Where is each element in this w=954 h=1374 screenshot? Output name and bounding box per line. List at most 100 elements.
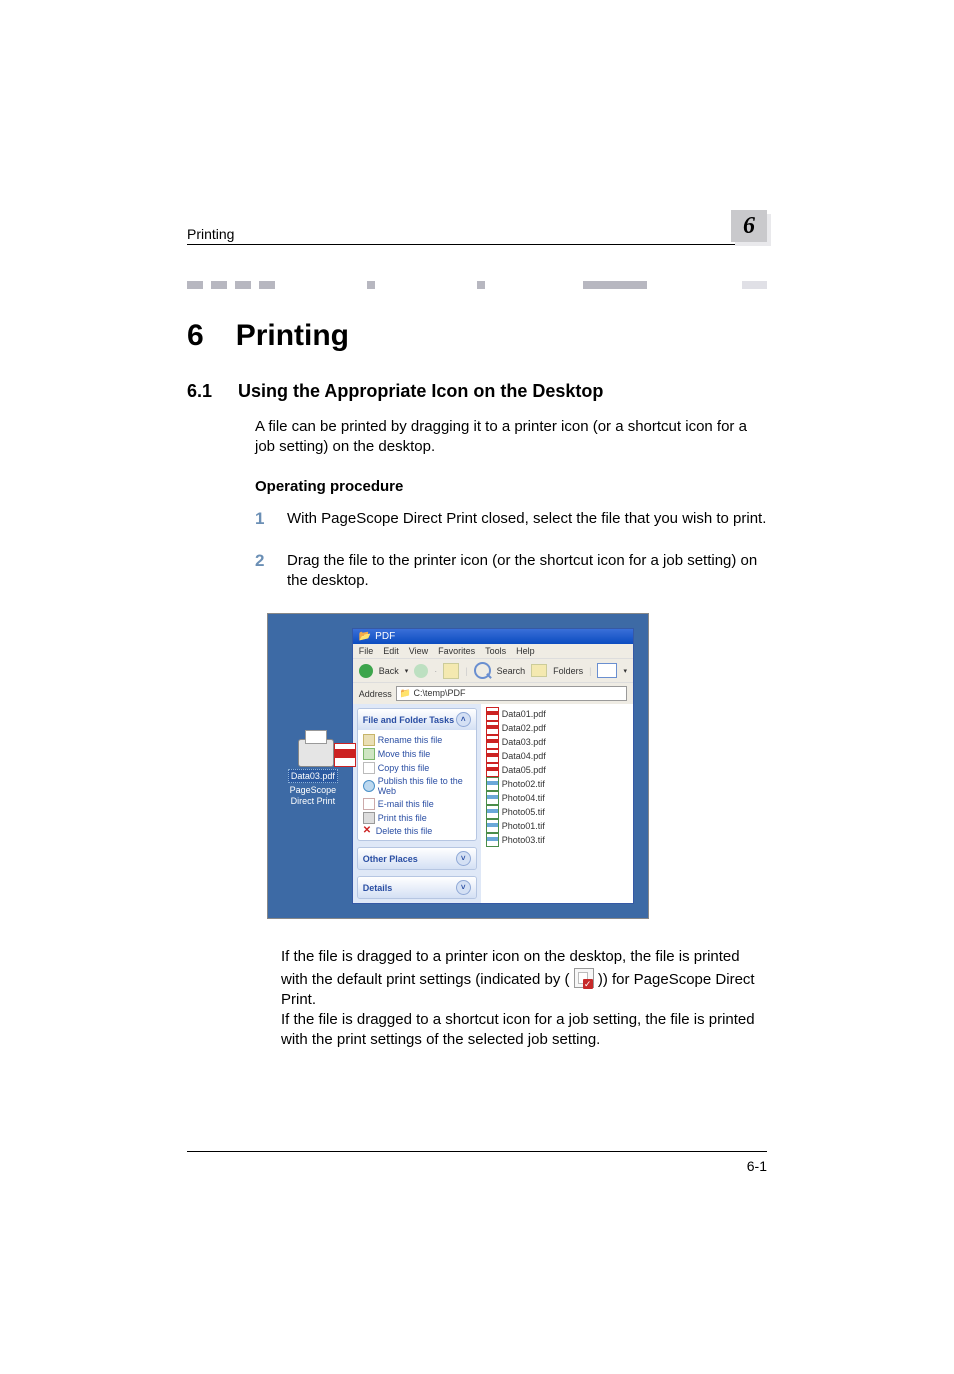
step-1: 1 With PageScope Direct Print closed, se…	[255, 509, 767, 529]
search-label[interactable]: Search	[497, 666, 526, 676]
screenshot-illustration: Data03.pdf PageScope Direct Print 📂 PDF …	[267, 613, 649, 919]
explorer-titlebar[interactable]: 📂 PDF	[353, 629, 633, 644]
heading-2-num: 6.1	[187, 381, 212, 402]
task-group-title: File and Folder Tasks	[363, 715, 454, 725]
chevron-up-icon[interactable]: ˄	[456, 712, 471, 727]
file-item[interactable]: Data03.pdf	[486, 735, 628, 749]
back-label[interactable]: Back	[379, 666, 399, 676]
file-name: Photo05.tif	[502, 807, 545, 817]
file-item[interactable]: Data05.pdf	[486, 763, 628, 777]
menu-favorites[interactable]: Favorites	[438, 646, 475, 656]
file-item[interactable]: Data01.pdf	[486, 707, 628, 721]
heading-2: 6.1 Using the Appropriate Icon on the De…	[187, 381, 767, 402]
task-label: Copy this file	[378, 763, 430, 773]
views-icon[interactable]	[597, 663, 617, 678]
dragged-file-label: Data03.pdf	[288, 769, 338, 783]
file-name: Data03.pdf	[502, 737, 546, 747]
task-label: Move this file	[378, 749, 431, 759]
step-num: 1	[255, 509, 273, 529]
file-name: Photo01.tif	[502, 821, 545, 831]
chevron-down-icon[interactable]: ˅	[456, 880, 471, 895]
tif-file-icon	[486, 777, 499, 791]
file-name: Data01.pdf	[502, 709, 546, 719]
task-group-details: Details ˅	[357, 876, 477, 899]
heading-1-num: 6	[187, 319, 204, 353]
task-label: Print this file	[378, 813, 427, 823]
task-group-file-folder: File and Folder Tasks ˄ Rename this file…	[357, 708, 477, 841]
tasks-pane: File and Folder Tasks ˄ Rename this file…	[353, 704, 481, 903]
copy-icon	[363, 762, 375, 774]
task-copy[interactable]: Copy this file	[363, 761, 471, 775]
pdf-file-icon	[486, 735, 499, 749]
task-delete[interactable]: ✕Delete this file	[363, 825, 471, 837]
tif-file-icon	[486, 805, 499, 819]
procedure-subhead: Operating procedure	[255, 478, 767, 495]
explorer-addressbar: Address 📁 C:\temp\PDF	[353, 683, 633, 704]
menu-edit[interactable]: Edit	[383, 646, 399, 656]
pdf-file-icon	[486, 707, 499, 721]
task-publish-web[interactable]: Publish this file to the Web	[363, 775, 471, 797]
address-label: Address	[359, 689, 392, 699]
task-rename[interactable]: Rename this file	[363, 733, 471, 747]
result-text-2: If the file is dragged to a shortcut ico…	[281, 1011, 755, 1048]
menu-file[interactable]: File	[359, 646, 374, 656]
file-item[interactable]: Photo02.tif	[486, 777, 628, 791]
pdf-file-icon[interactable]	[334, 743, 356, 767]
tif-file-icon	[486, 833, 499, 847]
print-icon	[363, 812, 375, 824]
task-group-header[interactable]: Details ˅	[358, 877, 476, 898]
menu-help[interactable]: Help	[516, 646, 535, 656]
heading-1-text: Printing	[236, 319, 349, 353]
file-item[interactable]: Photo05.tif	[486, 805, 628, 819]
files-pane: Data01.pdf Data02.pdf Data03.pdf Data04.…	[481, 704, 633, 903]
rename-icon	[363, 734, 375, 746]
file-item[interactable]: Data04.pdf	[486, 749, 628, 763]
chevron-down-icon[interactable]: ˅	[456, 851, 471, 866]
printer-target-label: PageScope Direct Print	[282, 785, 344, 807]
task-group-header[interactable]: File and Folder Tasks ˄	[358, 709, 476, 730]
pdf-file-icon	[486, 749, 499, 763]
step-num: 2	[255, 551, 273, 592]
running-title: Printing	[187, 226, 234, 242]
task-label: Delete this file	[376, 826, 433, 836]
address-field[interactable]: 📁 C:\temp\PDF	[396, 686, 627, 701]
page-footer: 6-1	[187, 1151, 767, 1174]
heading-1: 6 Printing	[187, 319, 767, 353]
forward-icon[interactable]	[414, 664, 428, 678]
header-tick-marks	[187, 281, 767, 289]
explorer-toolbar: Back ▾ · | Search Folders | ▾	[353, 658, 633, 683]
file-name: Data05.pdf	[502, 765, 546, 775]
up-icon[interactable]	[443, 663, 459, 679]
explorer-menubar: File Edit View Favorites Tools Help	[353, 644, 633, 658]
menu-tools[interactable]: Tools	[485, 646, 506, 656]
running-header: Printing 6	[187, 210, 767, 245]
file-item[interactable]: Photo04.tif	[486, 791, 628, 805]
chapter-badge: 6	[731, 210, 767, 242]
file-item[interactable]: Photo01.tif	[486, 819, 628, 833]
task-email[interactable]: E-mail this file	[363, 797, 471, 811]
task-group-header[interactable]: Other Places ˅	[358, 848, 476, 869]
file-item[interactable]: Data02.pdf	[486, 721, 628, 735]
folder-icon: 📁	[400, 688, 411, 698]
task-print[interactable]: Print this file	[363, 811, 471, 825]
email-icon	[363, 798, 375, 810]
page-number: 6-1	[747, 1158, 767, 1174]
result-paragraphs: If the file is dragged to a printer icon…	[281, 947, 767, 1050]
file-item[interactable]: Photo03.tif	[486, 833, 628, 847]
menu-view[interactable]: View	[409, 646, 428, 656]
default-setting-icon	[574, 968, 594, 988]
desktop-area: Data03.pdf PageScope Direct Print	[282, 628, 344, 904]
task-move[interactable]: Move this file	[363, 747, 471, 761]
step-text: With PageScope Direct Print closed, sele…	[287, 509, 766, 529]
back-icon[interactable]	[359, 664, 373, 678]
file-name: Photo03.tif	[502, 835, 545, 845]
search-icon[interactable]	[474, 662, 491, 679]
printer-icon[interactable]	[298, 739, 334, 767]
folder-icon: 📂	[359, 631, 371, 642]
folders-label[interactable]: Folders	[553, 666, 583, 676]
step-2: 2 Drag the file to the printer icon (or …	[255, 551, 767, 592]
tif-file-icon	[486, 791, 499, 805]
folders-icon[interactable]	[531, 664, 547, 677]
heading-2-text: Using the Appropriate Icon on the Deskto…	[238, 381, 603, 402]
tif-file-icon	[486, 819, 499, 833]
